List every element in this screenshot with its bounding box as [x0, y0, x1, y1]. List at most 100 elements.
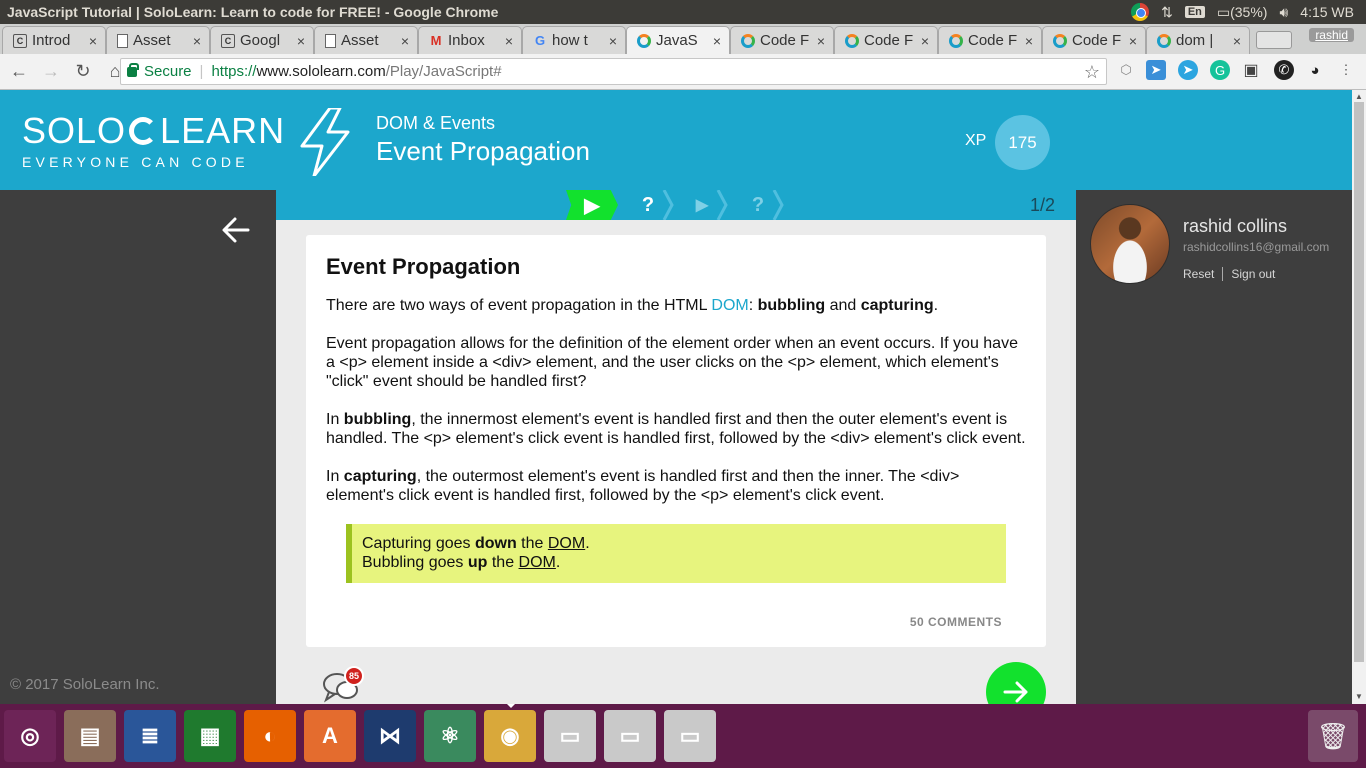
reset-link[interactable]: Reset	[1183, 267, 1214, 281]
copyright: © 2017 SoloLearn Inc.	[10, 676, 160, 693]
url-path: /Play/JavaScript#	[385, 63, 502, 80]
step-chevron-icon	[716, 190, 728, 220]
network-icon[interactable]: ⇅	[1161, 4, 1173, 21]
close-tab-icon[interactable]: ×	[399, 33, 411, 49]
extension-grammarly-icon[interactable]: G	[1210, 60, 1230, 80]
new-tab-button[interactable]	[1256, 31, 1292, 49]
address-bar[interactable]: Secure | https://www.sololearn.com/Play/…	[120, 58, 1107, 85]
close-tab-icon[interactable]: ×	[1231, 33, 1243, 49]
reload-button[interactable]: ↻	[70, 59, 96, 85]
extension-window-icon[interactable]: ▣	[1241, 60, 1261, 80]
text: Capturing goes	[362, 535, 475, 552]
underlined-text: DOM	[547, 535, 586, 552]
close-tab-icon[interactable]: ×	[191, 33, 203, 49]
avatar[interactable]	[1090, 204, 1170, 284]
chrome-icon[interactable]: ◉	[484, 704, 536, 762]
extension-telegram-box-icon[interactable]: ➤	[1146, 60, 1166, 80]
ubuntu-launcher: ◎ ▤ ≣ ▦ ◐ A ⋈ ⚛ ◉ ▭ ▭ ▭ 🗑︎	[0, 704, 1366, 768]
calc-icon[interactable]: ▦	[184, 710, 236, 762]
tab-title: JavaS	[656, 32, 698, 49]
extension-whatsapp-icon[interactable]: ✆	[1274, 60, 1294, 80]
forward-button[interactable]: →	[38, 59, 64, 85]
step-1-play[interactable]: ▶	[566, 190, 618, 220]
lesson-header-title: Event Propagation	[376, 136, 590, 166]
lock-icon	[127, 62, 139, 77]
tip-box: Capturing goes down the DOM. Bubbling go…	[346, 524, 1006, 583]
google-icon: G	[534, 33, 546, 48]
close-tab-icon[interactable]: ×	[503, 33, 515, 49]
tab-0[interactable]: C Introd ×	[2, 26, 106, 54]
close-tab-icon[interactable]: ×	[815, 33, 827, 49]
text: .	[933, 297, 939, 314]
trash-icon[interactable]: 🗑︎	[1308, 710, 1358, 762]
tab-4[interactable]: M Inbox ×	[418, 26, 522, 54]
page-scrollbar[interactable]: ▲ ▼	[1352, 90, 1366, 704]
software-center-icon[interactable]: A	[304, 710, 356, 762]
battery-indicator[interactable]: ▭(35%)	[1217, 4, 1268, 21]
tab-11[interactable]: dom | ×	[1146, 26, 1250, 54]
close-tab-icon[interactable]: ×	[1127, 33, 1139, 49]
user-email: rashidcollins16@gmail.com	[1183, 240, 1330, 254]
firefox-icon[interactable]: ◐	[244, 710, 296, 762]
url-scheme: https://	[211, 63, 257, 80]
comments-link[interactable]: 50 COMMENTS	[910, 613, 1002, 632]
bold-text: capturing	[860, 297, 934, 314]
chrome-icon[interactable]	[1131, 3, 1150, 21]
secure-label: Secure	[144, 63, 192, 80]
back-arrow-icon[interactable]	[220, 214, 252, 246]
tab-6[interactable]: JavaS ×	[626, 26, 730, 54]
reload-icon: ↻	[75, 61, 91, 81]
text: the	[516, 535, 548, 552]
site-header: SOLO LEARN EVERYONE CAN CODE DOM & Events…	[0, 90, 1352, 190]
sign-out-link[interactable]: Sign out	[1231, 267, 1275, 281]
text: There are two ways of event propagation …	[326, 297, 712, 314]
tab-2[interactable]: C Googl ×	[210, 26, 314, 54]
logo-swirl-icon	[129, 117, 158, 145]
sololearn-logo[interactable]: SOLO LEARN EVERYONE CAN CODE	[22, 110, 285, 170]
scroll-down-icon[interactable]: ▼	[1355, 692, 1363, 701]
close-tab-icon[interactable]: ×	[607, 33, 619, 49]
tab-3[interactable]: Asset ×	[314, 26, 418, 54]
sololearn-icon	[1157, 33, 1171, 48]
close-tab-icon[interactable]: ×	[87, 33, 99, 49]
volume-icon[interactable]: 🔊︎	[1279, 4, 1288, 21]
extension-spy-icon[interactable]: ◕	[1305, 60, 1325, 80]
drive-icon[interactable]: ▭	[544, 710, 596, 762]
tab-title: Introd	[32, 32, 71, 49]
tab-10[interactable]: Code F ×	[1042, 26, 1146, 54]
tab-1[interactable]: Asset ×	[106, 26, 210, 54]
profile-badge[interactable]: rashid	[1309, 28, 1354, 42]
discussion-count-badge: 85	[344, 666, 364, 686]
vscode-icon[interactable]: ⋈	[364, 710, 416, 762]
battery-icon: ▭	[1216, 3, 1231, 20]
close-tab-icon[interactable]: ×	[1023, 33, 1035, 49]
logo-tagline: EVERYONE CAN CODE	[22, 154, 249, 170]
menu-icon[interactable]: ⋮	[1336, 60, 1356, 80]
dom-link[interactable]: DOM	[711, 297, 748, 314]
close-tab-icon[interactable]: ×	[711, 33, 723, 49]
tab-8[interactable]: Code F ×	[834, 26, 938, 54]
keyboard-layout[interactable]: En	[1184, 6, 1205, 18]
ubuntu-dash-icon[interactable]: ◎	[4, 710, 56, 762]
user-name[interactable]: rashid collins	[1183, 216, 1287, 237]
tab-5[interactable]: Ghow t ×	[522, 26, 626, 54]
drive-icon[interactable]: ▭	[604, 710, 656, 762]
close-tab-icon[interactable]: ×	[919, 33, 931, 49]
drive-icon[interactable]: ▭	[664, 710, 716, 762]
extension-telegram-icon[interactable]: ➤	[1178, 60, 1198, 80]
writer-icon[interactable]: ≣	[124, 710, 176, 762]
files-icon[interactable]: ▤	[64, 710, 116, 762]
bookmark-star-icon[interactable]: ☆	[1084, 62, 1100, 83]
scroll-up-icon[interactable]: ▲	[1355, 92, 1363, 101]
text: In	[326, 411, 344, 428]
tab-9[interactable]: Code F ×	[938, 26, 1042, 54]
tab-7[interactable]: Code F ×	[730, 26, 834, 54]
left-panel: © 2017 SoloLearn Inc.	[0, 190, 276, 704]
atom-icon[interactable]: ⚛	[424, 710, 476, 762]
text: .	[585, 535, 590, 552]
close-tab-icon[interactable]: ×	[295, 33, 307, 49]
back-button[interactable]: ←	[6, 59, 32, 85]
clock[interactable]: 4:15 WB	[1300, 4, 1354, 20]
scrollbar-thumb[interactable]	[1354, 102, 1364, 662]
extension-cube-icon[interactable]: ⬡	[1116, 60, 1136, 80]
